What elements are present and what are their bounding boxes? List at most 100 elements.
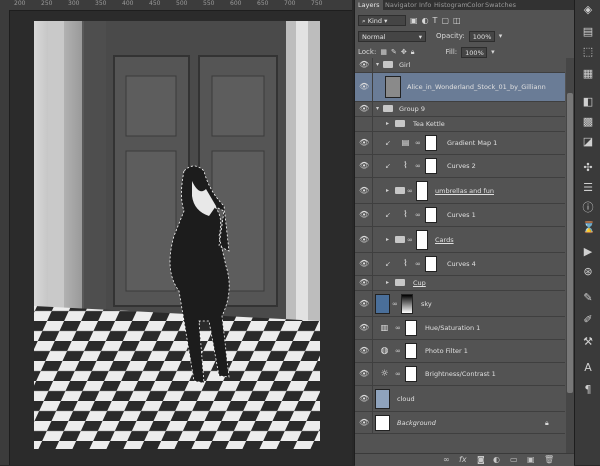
swatches-icon[interactable]: ▩ — [582, 116, 594, 128]
ruler-tick: 700 — [284, 0, 296, 7]
layer-row-cloud[interactable]: 👁︎ cloud — [355, 386, 565, 412]
link-icon: ∞ — [392, 299, 398, 308]
visibility-eye-icon[interactable]: 👁︎ — [359, 186, 369, 195]
layer-row-gradient-map-1[interactable]: 👁︎ ↙ ▤ ∞ Gradient Map 1 — [355, 132, 565, 155]
blend-mode-select[interactable]: Normal ▾ — [358, 30, 426, 42]
adjustments-icon[interactable]: ✣ — [582, 162, 594, 174]
visibility-eye-icon[interactable]: 👁︎ — [359, 299, 369, 308]
layers-stack-icon[interactable]: ◈ — [582, 4, 594, 16]
layer-name: Tea Kettle — [413, 120, 445, 128]
visibility-eye-icon[interactable]: 👁︎ — [359, 235, 369, 244]
fill-dropdown-icon[interactable]: ▾ — [491, 48, 495, 56]
color-icon[interactable]: ◧ — [582, 96, 594, 108]
lock-transparent-icon[interactable]: ▦ — [380, 48, 387, 56]
layer-name: Girl — [399, 61, 411, 69]
visibility-eye-icon[interactable]: 👁︎ — [359, 324, 369, 332]
scrollbar-thumb[interactable] — [567, 93, 573, 393]
link-layers-icon[interactable]: ∞ — [443, 455, 450, 464]
new-layer-icon[interactable]: ▣ — [527, 455, 535, 464]
layer-row-sky[interactable]: 👁︎ ∞ sky — [355, 291, 565, 317]
visibility-eye-icon[interactable]: 👁︎ — [359, 105, 369, 113]
opacity-input[interactable]: 100% — [468, 30, 495, 42]
new-group-icon[interactable]: ▭ — [510, 455, 518, 464]
character-icon[interactable]: A — [582, 362, 594, 374]
tab-layers[interactable]: Layers — [355, 0, 383, 10]
fill-input[interactable]: 100% — [461, 46, 488, 58]
tab-color[interactable]: Color — [467, 0, 484, 10]
paths-icon[interactable]: ⬚ — [582, 46, 594, 58]
visibility-eye-icon[interactable]: 👁︎ — [359, 211, 369, 219]
tab-navigator[interactable]: Navigator — [385, 0, 417, 10]
lock-move-icon[interactable]: ✥ — [401, 48, 407, 56]
filter-pixel-icon[interactable]: ▣ — [410, 16, 418, 25]
expand-right-icon[interactable]: ▸ — [386, 187, 389, 194]
new-adjustment-icon[interactable]: ◐ — [493, 455, 500, 464]
visibility-eye-icon[interactable]: 👁︎ — [359, 347, 369, 355]
brush-icon[interactable]: ✎ — [582, 292, 594, 304]
folder-icon — [395, 279, 405, 286]
visibility-eye-icon[interactable]: 👁︎ — [359, 139, 369, 147]
expand-down-icon[interactable]: ▾ — [376, 61, 379, 68]
expand-right-icon[interactable]: ▸ — [386, 279, 389, 286]
visibility-eye-icon[interactable]: 👁︎ — [359, 260, 369, 268]
expand-right-icon[interactable]: ▸ — [386, 236, 389, 243]
layer-row-curves-1[interactable]: 👁︎ ↙ ⌇ ∞ Curves 1 — [355, 204, 565, 227]
history-icon[interactable]: ⌛ — [582, 222, 596, 234]
document-canvas[interactable] — [34, 21, 320, 449]
layer-row-hue-saturation-1[interactable]: 👁︎ ▥ ∞ Hue/Saturation 1 — [355, 317, 565, 340]
kind-filter-select[interactable]: ⌕ Kind ▾ — [358, 14, 406, 26]
visibility-eye-icon[interactable]: 👁︎ — [359, 83, 369, 91]
visibility-eye-icon[interactable]: 👁︎ — [359, 279, 369, 287]
filter-adjust-icon[interactable]: ◐ — [422, 16, 429, 25]
channels-icon[interactable]: ▤ — [582, 26, 594, 38]
layer-style-icon[interactable]: fx — [459, 455, 467, 464]
paragraph-icon[interactable]: ¶ — [582, 384, 594, 396]
info-icon[interactable]: ⓘ — [582, 202, 594, 214]
delete-layer-icon[interactable]: 🗑︎ — [544, 455, 554, 464]
styles-icon[interactable]: ◪ — [582, 136, 594, 148]
layer-row-brightness-contrast-1[interactable]: 👁︎ ☼ ∞ Brightness/Contrast 1 — [355, 363, 565, 386]
filter-type-icon[interactable]: T — [433, 16, 438, 25]
layer-name: Cup — [413, 279, 426, 287]
layer-row-photo-filter-1[interactable]: 👁︎ ◍ ∞ Photo Filter 1 — [355, 340, 565, 363]
tool-presets-icon[interactable]: ⚒ — [582, 336, 594, 348]
lock-paint-icon[interactable]: ✎ — [391, 48, 397, 56]
lock-all-icon[interactable]: 🔒︎ — [411, 48, 415, 57]
visibility-eye-icon[interactable]: 👁︎ — [359, 162, 369, 170]
actions-icon[interactable]: ▶ — [582, 246, 594, 258]
expand-down-icon[interactable]: ▾ — [376, 105, 379, 112]
link-icon: ∞ — [415, 139, 421, 147]
opacity-dropdown-icon[interactable]: ▾ — [499, 32, 503, 40]
layer-row-cards[interactable]: 👁︎ ▸ ∞ Cards — [355, 227, 565, 253]
properties-icon[interactable]: ☰ — [582, 182, 594, 194]
filter-smart-icon[interactable]: ◫ — [453, 16, 461, 25]
tab-histogram[interactable]: Histogram — [434, 0, 468, 10]
filter-shape-icon[interactable]: ▢ — [441, 16, 449, 25]
visibility-eye-icon[interactable]: 👁︎ — [359, 61, 369, 69]
layer-row-cup[interactable]: 👁︎ ▸ Cup — [355, 276, 565, 291]
layer-thumbnail — [375, 294, 390, 314]
canvas-area[interactable] — [10, 11, 352, 465]
layer-row-tea-kettle[interactable]: ▸ Tea Kettle — [355, 117, 565, 132]
expand-right-icon[interactable]: ▸ — [386, 120, 389, 127]
layer-row-background[interactable]: 👁︎ Background 🔒︎ — [355, 412, 565, 434]
lock-label: Lock: — [358, 48, 377, 56]
layer-row-curves-4[interactable]: 👁︎ ↙ ⌇ ∞ Curves 4 — [355, 253, 565, 276]
histogram-icon[interactable]: ▦ — [582, 68, 594, 80]
brush-presets-icon[interactable]: ✐ — [582, 314, 594, 326]
visibility-eye-icon[interactable]: 👁︎ — [359, 394, 369, 403]
visibility-eye-icon[interactable]: 👁︎ — [359, 370, 369, 378]
clone-source-icon[interactable]: ⊛ — [582, 266, 594, 278]
layer-row-umbrellas-and-fun[interactable]: 👁︎ ▸ ∞ umbrellas and fun — [355, 178, 565, 204]
layer-row-curves-2[interactable]: 👁︎ ↙ ⌇ ∞ Curves 2 — [355, 155, 565, 178]
layers-scrollbar[interactable] — [566, 58, 574, 453]
layer-row-alice[interactable]: 👁︎ Alice_in_Wonderland_Stock_01_by_Gilli… — [355, 73, 565, 102]
ruler-tick: 550 — [203, 0, 215, 7]
visibility-eye-icon[interactable]: 👁︎ — [359, 418, 369, 427]
tab-info[interactable]: Info — [419, 0, 431, 10]
layer-row-girl[interactable]: 👁︎ ▾ Girl — [355, 58, 565, 73]
tab-swatches[interactable]: Swatches — [485, 0, 516, 10]
layer-row-group-9[interactable]: 👁︎ ▾ Group 9 — [355, 102, 565, 117]
add-mask-icon[interactable]: ◙ — [477, 455, 485, 464]
layer-name: Curves 1 — [447, 211, 476, 219]
